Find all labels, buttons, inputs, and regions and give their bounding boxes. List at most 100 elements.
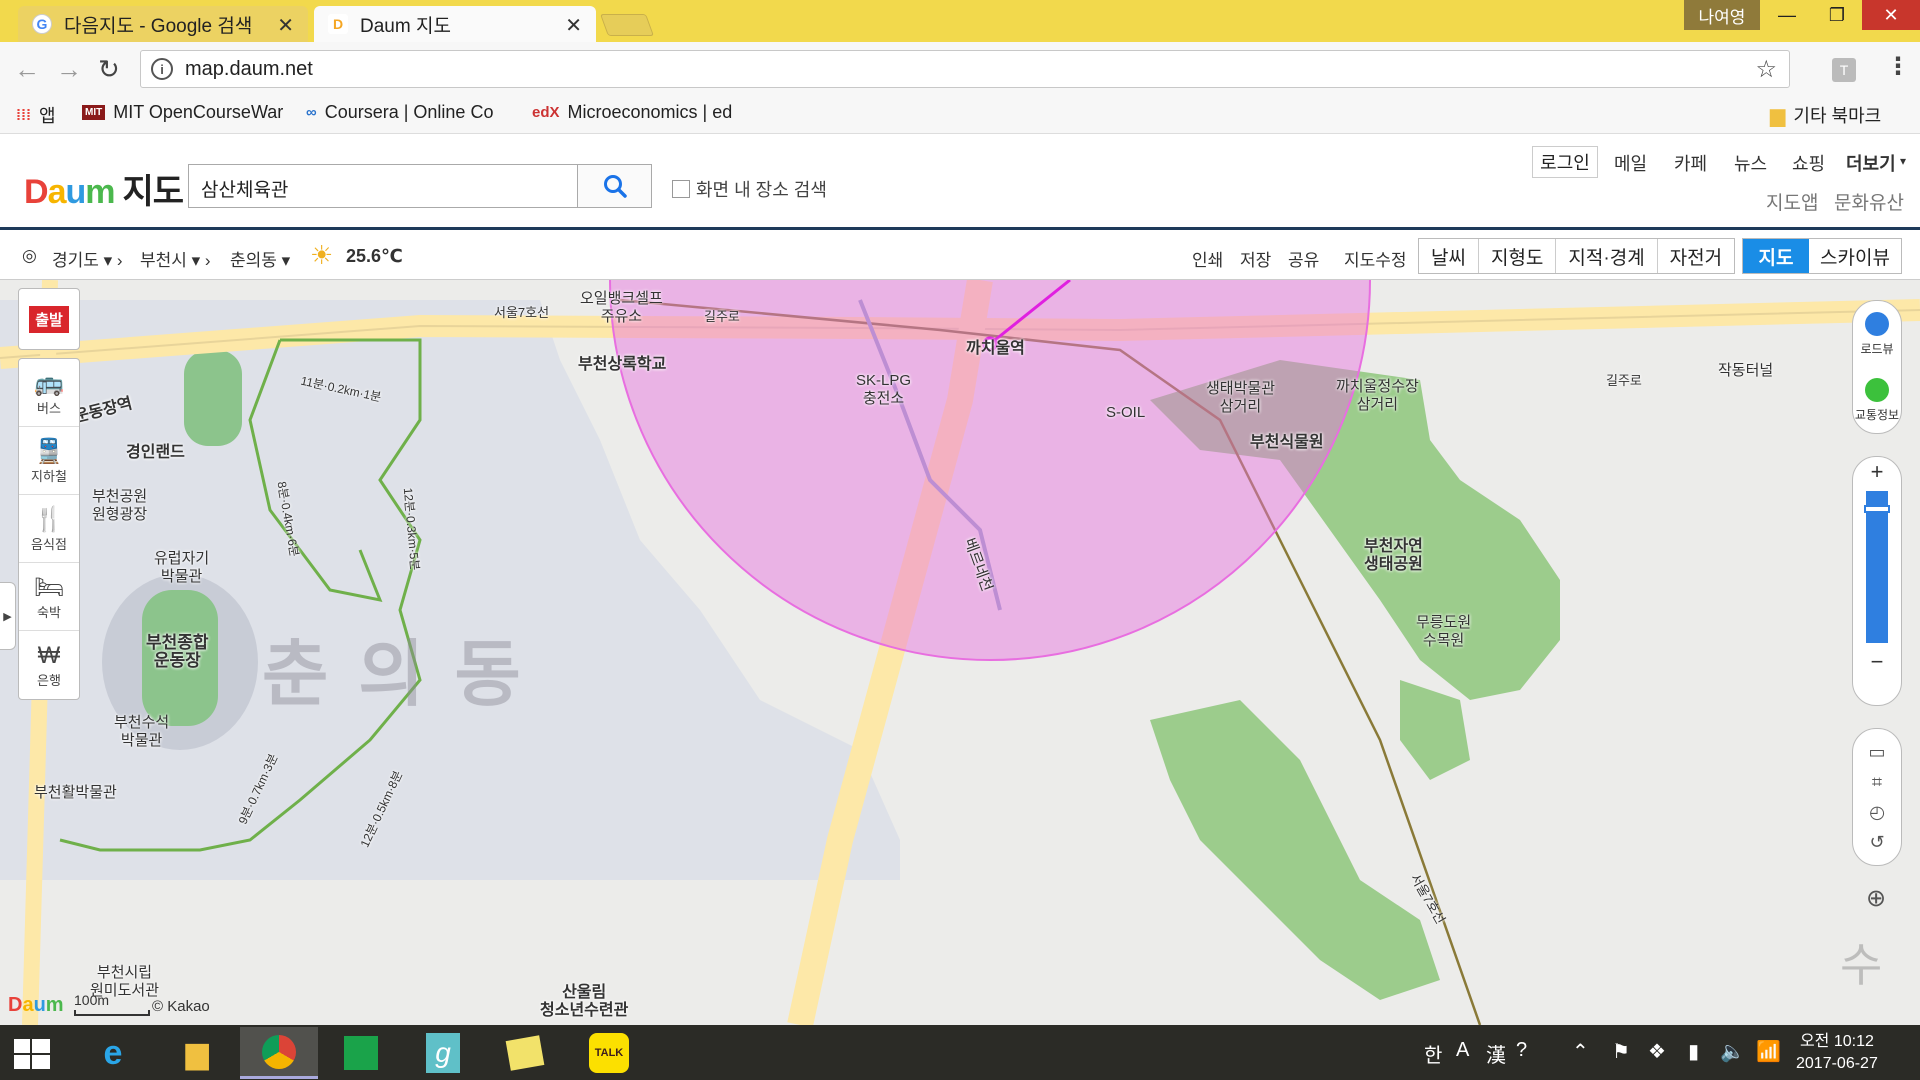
- layer-cadastral-button[interactable]: 지적·경계: [1556, 239, 1658, 273]
- traffic-button[interactable]: 교통정보: [1853, 367, 1901, 433]
- breadcrumb-province[interactable]: 경기도 ▾ ›: [52, 246, 123, 271]
- close-tab-icon[interactable]: ✕: [277, 13, 294, 38]
- notes-app[interactable]: [486, 1027, 564, 1079]
- radius-icon[interactable]: ◴: [1869, 797, 1885, 827]
- checkbox-box[interactable]: [672, 180, 690, 198]
- location-target-icon[interactable]: ◎: [22, 246, 37, 266]
- forward-icon[interactable]: →: [56, 54, 82, 85]
- link-mail[interactable]: 메일: [1614, 150, 1647, 176]
- layer-terrain-button[interactable]: 지형도: [1478, 239, 1557, 273]
- close-tab-icon[interactable]: ✕: [565, 13, 582, 38]
- explorer-app[interactable]: ▆: [158, 1027, 236, 1079]
- layer-weather-button[interactable]: 날씨: [1419, 239, 1479, 273]
- category-subway[interactable]: 🚆 지하철: [19, 427, 79, 495]
- area-icon[interactable]: ⌗: [1872, 767, 1882, 797]
- share-link[interactable]: 공유: [1288, 246, 1319, 271]
- back-icon[interactable]: ←: [14, 54, 40, 85]
- more-dropdown-icon[interactable]: ▾: [1900, 154, 1906, 168]
- bookmark-apps[interactable]: ⁞⁞⁞ 앱: [16, 102, 56, 128]
- bookmark-edx[interactable]: edX Microeconomics | ed: [532, 102, 732, 123]
- menu-icon[interactable]: ⋮: [1886, 52, 1910, 81]
- poi-active-museum[interactable]: 부천활박물관: [34, 784, 117, 802]
- poi-arboretum[interactable]: 무릉도원 수목원: [1416, 614, 1471, 650]
- network-icon[interactable]: 📶: [1756, 1039, 1781, 1064]
- zoom-slider-knob[interactable]: [1864, 505, 1890, 513]
- layer-bicycle-button[interactable]: 자전거: [1657, 239, 1735, 273]
- link-more[interactable]: 더보기: [1846, 150, 1896, 176]
- search-button[interactable]: [578, 164, 652, 208]
- poi-gyeongin-land[interactable]: 경인랜드: [126, 444, 185, 462]
- poi-park-plaza[interactable]: 부천공원 원형광장: [92, 488, 147, 524]
- area-search-checkbox[interactable]: 화면 내 장소 검색: [672, 176, 827, 202]
- print-link[interactable]: 인쇄: [1192, 246, 1223, 271]
- zoom-in-icon[interactable]: +: [1871, 457, 1884, 487]
- bookmark-star-icon[interactable]: ☆: [1755, 55, 1777, 84]
- reload-icon[interactable]: ↻: [98, 54, 120, 85]
- tunnel-label[interactable]: 작동터널: [1718, 362, 1773, 380]
- undo-icon[interactable]: ↺: [1869, 827, 1884, 857]
- address-bar[interactable]: i map.daum.net ☆: [140, 50, 1790, 88]
- junction-eco-museum[interactable]: 생태박물관 삼거리: [1206, 380, 1275, 416]
- dropbox-icon[interactable]: ❖: [1648, 1039, 1666, 1064]
- map-canvas[interactable]: 춘의동 오일뱅크셀프 주유소 부천상록학교 SK-LPG 충전소 S-OIL 까…: [0, 280, 1920, 1025]
- restore-button[interactable]: ❐: [1812, 0, 1862, 30]
- station-kkachiul[interactable]: 까치울역: [966, 340, 1025, 358]
- poi-stadium[interactable]: 부천종합 운동장: [146, 634, 209, 670]
- poi-ceramic-museum[interactable]: 유럽자기 박물관: [154, 550, 209, 586]
- poi-oilbank[interactable]: 오일뱅크셀프 주유소: [580, 290, 663, 326]
- save-link[interactable]: 저장: [1240, 246, 1271, 271]
- map-view-button[interactable]: 지도: [1743, 239, 1809, 273]
- poi-lpg[interactable]: SK-LPG 충전소: [856, 372, 911, 408]
- ime-alpha[interactable]: A: [1456, 1039, 1469, 1062]
- add-pin-icon[interactable]: ⊕: [1860, 878, 1892, 918]
- edit-map-link[interactable]: 지도수정: [1344, 246, 1407, 271]
- store-app[interactable]: [322, 1027, 400, 1079]
- tab-daum-map[interactable]: D Daum 지도 ✕: [314, 6, 596, 42]
- start-button[interactable]: 출발: [18, 288, 80, 350]
- minimize-button[interactable]: —: [1762, 0, 1812, 30]
- ime-hanja[interactable]: 漢: [1486, 1039, 1506, 1068]
- category-bank[interactable]: ₩ 은행: [19, 631, 79, 699]
- link-heritage[interactable]: 문화유산: [1834, 188, 1904, 215]
- system-clock[interactable]: 오전 10:12 2017-06-27: [1796, 1031, 1878, 1075]
- extension-icon[interactable]: T: [1832, 58, 1856, 82]
- battery-icon[interactable]: ▮: [1688, 1039, 1699, 1064]
- junction-kkachiul[interactable]: 까치울정수장 삼거리: [1336, 378, 1419, 414]
- poi-school[interactable]: 부천상록학교: [578, 356, 666, 374]
- roadview-button[interactable]: 로드뷰: [1853, 301, 1901, 367]
- kakaotalk-app[interactable]: TALK: [570, 1027, 648, 1079]
- link-news[interactable]: 뉴스: [1734, 150, 1767, 176]
- breadcrumb-city[interactable]: 부천시 ▾ ›: [140, 246, 211, 271]
- category-restaurant[interactable]: 🍴 음식점: [19, 495, 79, 563]
- bookmark-coursera[interactable]: ∞ Coursera | Online Co: [306, 102, 493, 123]
- ie-app[interactable]: e: [74, 1027, 152, 1079]
- chrome-app[interactable]: [240, 1027, 318, 1079]
- ime-hangul[interactable]: 한: [1424, 1039, 1442, 1068]
- bookmark-mit[interactable]: MIT MIT OpenCourseWar: [82, 102, 283, 123]
- flag-icon[interactable]: ⚑: [1612, 1039, 1630, 1064]
- zoom-out-icon[interactable]: −: [1871, 647, 1884, 677]
- g-app[interactable]: g: [404, 1027, 482, 1079]
- category-lodging[interactable]: 🛏 숙박: [19, 563, 79, 631]
- tab-google-search[interactable]: G 다음지도 - Google 검색 ✕: [18, 6, 308, 42]
- profile-button[interactable]: 나여영: [1684, 0, 1760, 30]
- daum-map-logo[interactable]: Daum 지도: [24, 164, 184, 213]
- windows-start-icon[interactable]: [12, 1037, 52, 1071]
- search-input[interactable]: 삼산체육관: [188, 164, 578, 208]
- skyview-button[interactable]: 스카이뷰: [1809, 239, 1901, 273]
- login-button[interactable]: 로그인: [1532, 146, 1598, 178]
- link-cafe[interactable]: 카페: [1674, 150, 1707, 176]
- zoom-slider[interactable]: [1864, 491, 1890, 643]
- breadcrumb-dong[interactable]: 춘의동 ▾: [230, 246, 290, 271]
- info-icon[interactable]: i: [151, 58, 173, 80]
- other-bookmarks[interactable]: ▆ 기타 북마크: [1770, 102, 1881, 128]
- help-icon[interactable]: ?: [1516, 1039, 1527, 1062]
- poi-eco-park[interactable]: 부천자연 생태공원: [1364, 538, 1423, 574]
- sidebar-toggle[interactable]: ▶: [0, 582, 16, 650]
- link-map-app[interactable]: 지도앱: [1766, 188, 1818, 215]
- tray-expand-icon[interactable]: ⌃: [1572, 1039, 1589, 1064]
- poi-stone-museum[interactable]: 부천수석 박물관: [114, 714, 169, 750]
- category-bus[interactable]: 🚌 버스: [19, 359, 79, 427]
- ruler-icon[interactable]: ▭: [1868, 737, 1885, 767]
- poi-soil[interactable]: S-OIL: [1106, 404, 1145, 422]
